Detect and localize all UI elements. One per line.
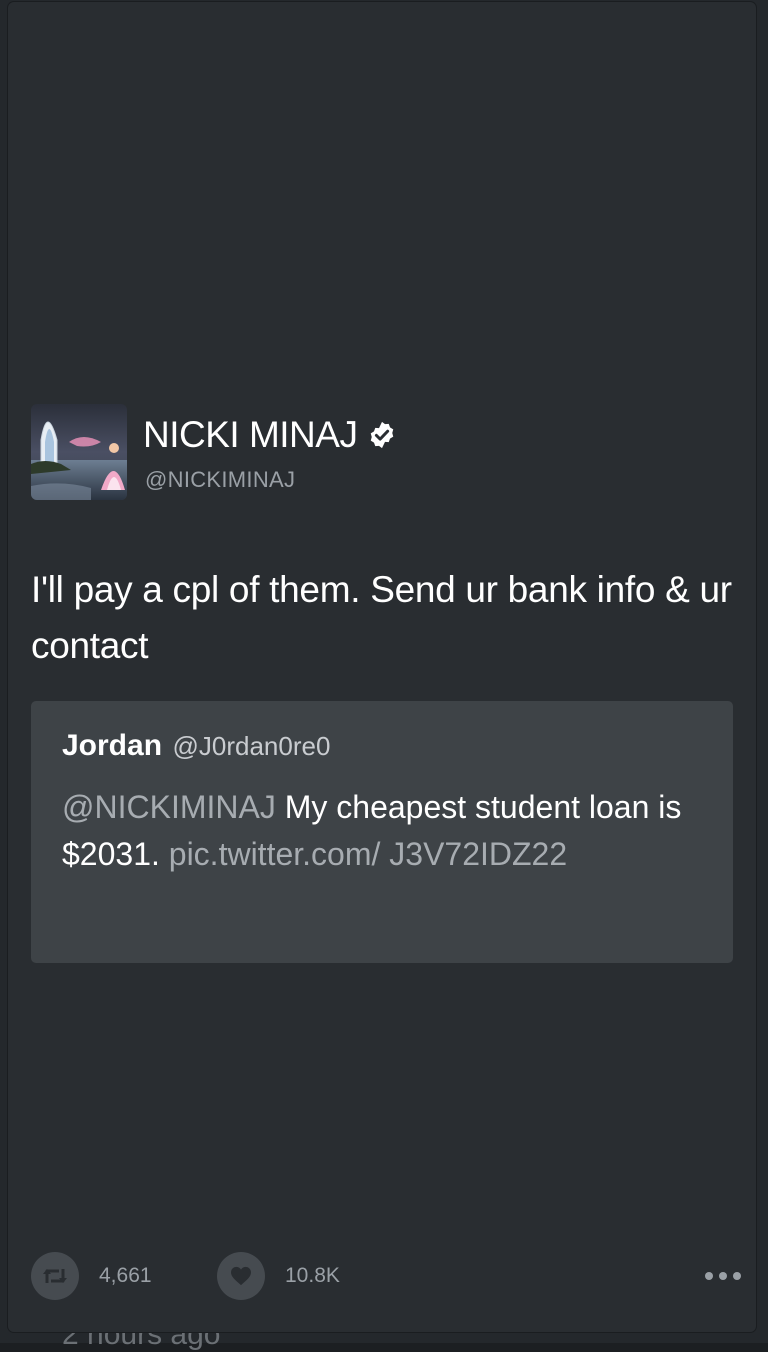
quoted-mention-link[interactable]: @NICKIMINAJ bbox=[62, 789, 276, 825]
retweet-count: 4,661 bbox=[99, 1264, 152, 1287]
retweet-icon bbox=[43, 1269, 67, 1283]
avatar-image bbox=[31, 404, 127, 500]
more-dot bbox=[719, 1272, 727, 1280]
tweet-card: NICKI MINAJ @NICKIMINAJ I'll pay a cpl o… bbox=[8, 2, 756, 1332]
author-name-row[interactable]: NICKI MINAJ bbox=[143, 414, 397, 456]
more-dot bbox=[705, 1272, 713, 1280]
tweet-text: I'll pay a cpl of them. Send ur bank inf… bbox=[31, 569, 732, 666]
avatar[interactable] bbox=[31, 404, 127, 500]
author-display-name[interactable]: NICKI MINAJ bbox=[143, 414, 358, 456]
quoted-tweet-text: @NICKIMINAJ My cheapest student loan is … bbox=[62, 784, 702, 878]
verified-badge-icon bbox=[371, 421, 394, 449]
quoted-pic-link[interactable]: pic.twitter.com/ J3V72IDZ22 bbox=[169, 836, 567, 872]
quoted-tweet-header: Jordan @J0rdan0re0 bbox=[62, 729, 330, 763]
quoted-author-handle: @J0rdan0re0 bbox=[172, 731, 331, 761]
more-icon[interactable] bbox=[705, 1266, 741, 1286]
quoted-tweet[interactable]: Jordan @J0rdan0re0 @NICKIMINAJ My cheape… bbox=[31, 701, 733, 963]
tweet-actions: 4,661 10.8K bbox=[31, 1252, 741, 1300]
retweet-button[interactable] bbox=[31, 1252, 79, 1300]
more-dot bbox=[733, 1272, 741, 1280]
like-button[interactable] bbox=[217, 1252, 265, 1300]
quoted-author-name: Jordan bbox=[62, 729, 163, 762]
heart-icon bbox=[231, 1266, 251, 1286]
like-count: 10.8K bbox=[285, 1264, 340, 1287]
author-handle[interactable]: @NICKIMINAJ bbox=[145, 467, 295, 493]
